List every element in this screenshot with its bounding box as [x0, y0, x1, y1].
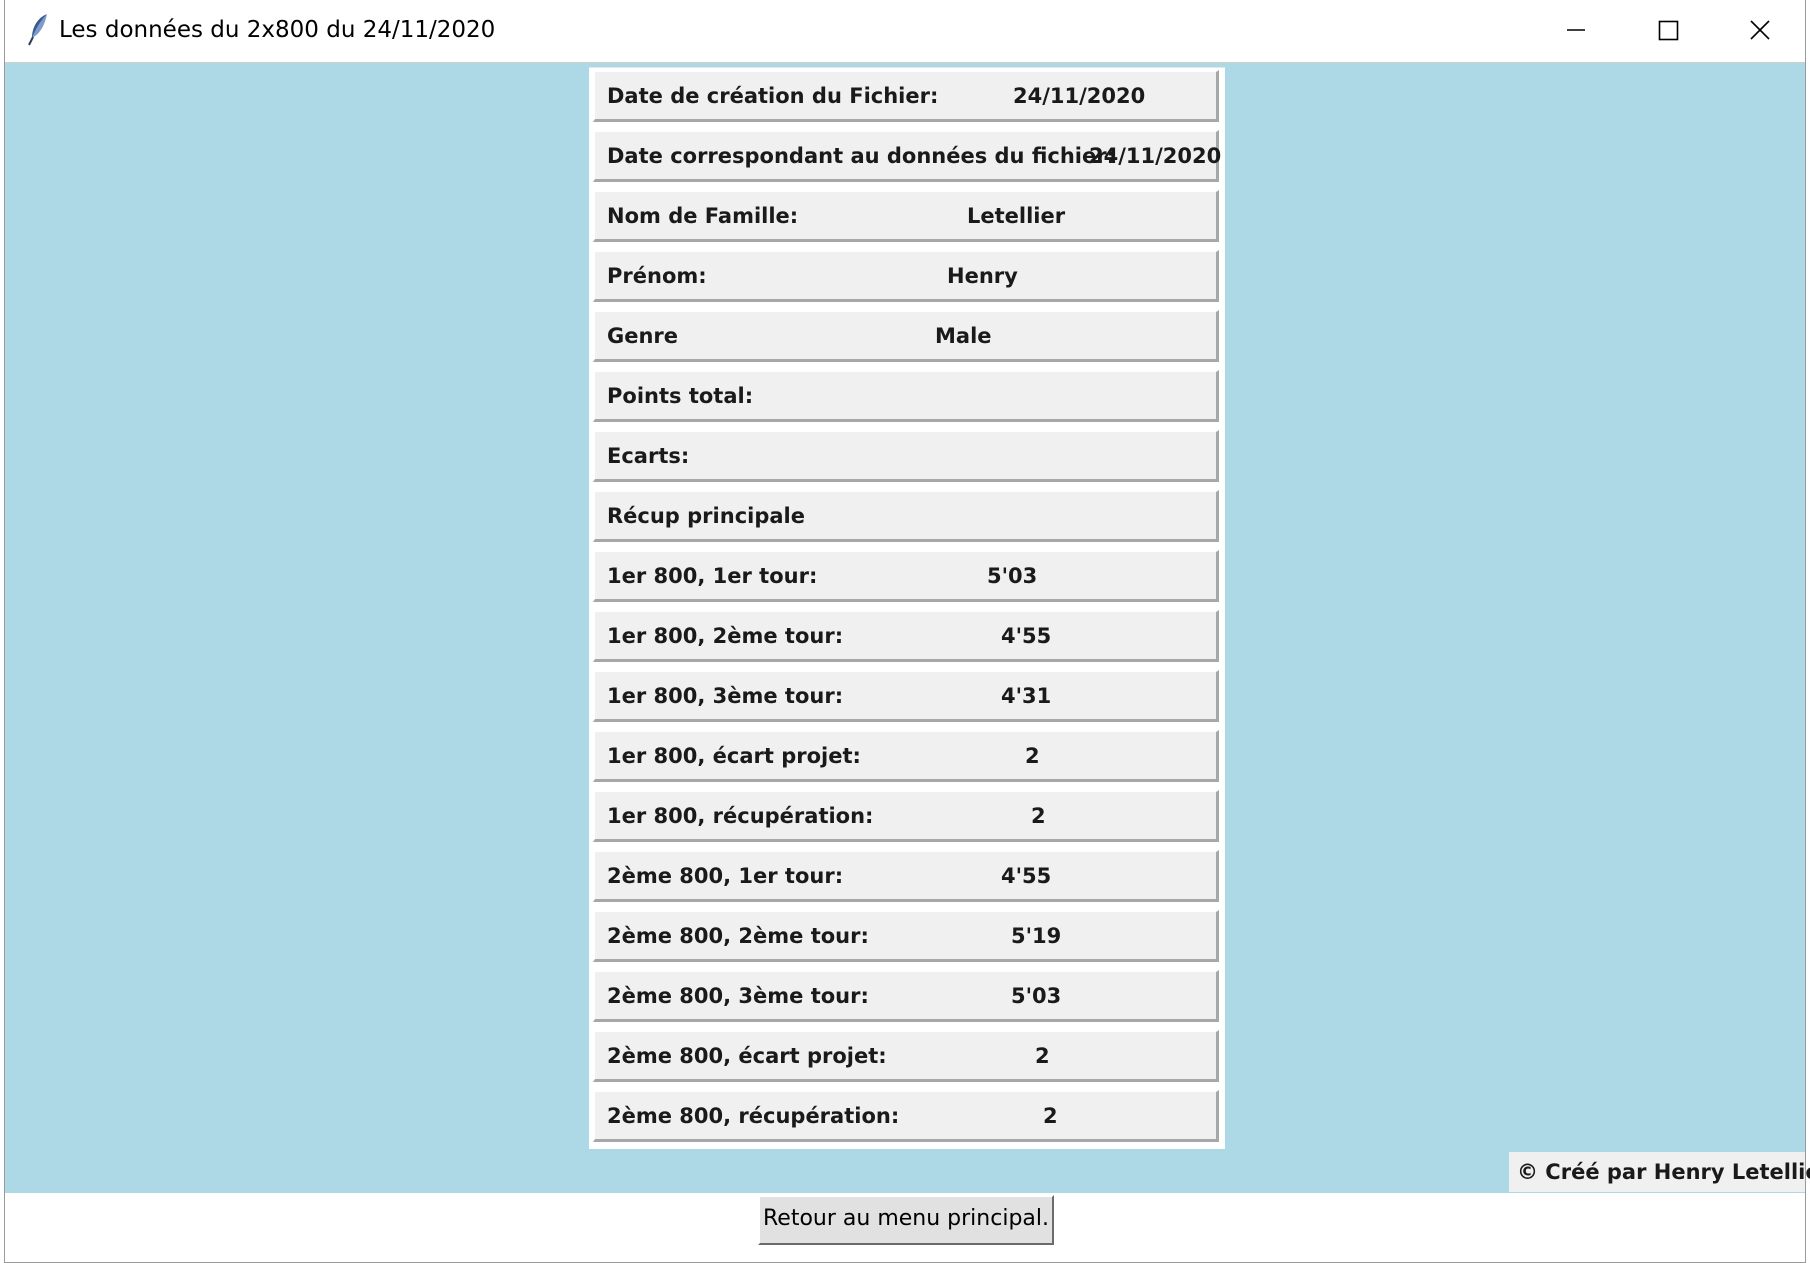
- row-value: 24/11/2020: [1013, 84, 1146, 108]
- row-value: 5'03: [987, 564, 1038, 588]
- row-label: 2ème 800, 2ème tour:: [607, 924, 869, 948]
- row-label: Ecarts:: [607, 444, 690, 468]
- row-value: 2: [1031, 804, 1046, 828]
- row-label: Date de création du Fichier:: [607, 84, 939, 108]
- minimize-icon: [1567, 29, 1585, 31]
- data-row: 1er 800, 2ème tour: 4'55: [593, 610, 1219, 662]
- row-value: 2: [1043, 1104, 1058, 1128]
- row-label: Récup principale: [607, 504, 805, 528]
- credit-label: © Créé par Henry Letellier: [1509, 1152, 1810, 1192]
- row-label: Prénom:: [607, 264, 707, 288]
- maximize-icon: [1658, 20, 1679, 41]
- app-window: Les données du 2x800 du 24/11/2020 Date …: [4, 0, 1810, 1263]
- row-value: Letellier: [967, 204, 1066, 228]
- content-area: Date de création du Fichier: 24/11/2020 Da…: [5, 63, 1810, 1193]
- data-row: Date de création du Fichier: 24/11/2020: [593, 70, 1219, 122]
- data-row: 2ème 800, récupération: 2: [593, 1090, 1219, 1142]
- data-row: 2ème 800, 2ème tour: 5'19: [593, 910, 1219, 962]
- back-to-main-menu-button[interactable]: Retour au menu principal.: [758, 1195, 1054, 1245]
- row-label: 2ème 800, écart projet:: [607, 1044, 887, 1068]
- row-value: Henry: [947, 264, 1018, 288]
- data-row: Date correspondant au données du fichier…: [593, 130, 1222, 182]
- data-row: Genre Male: [593, 310, 1219, 362]
- close-button[interactable]: [1714, 0, 1806, 62]
- row-value: 5'03: [1011, 984, 1062, 1008]
- data-row: Récup principale: [593, 490, 1219, 542]
- row-value: 2: [1035, 1044, 1050, 1068]
- row-label: 1er 800, 3ème tour:: [607, 684, 844, 708]
- row-label: Genre: [607, 324, 679, 348]
- data-row: Ecarts:: [593, 430, 1219, 482]
- close-icon: [1750, 20, 1770, 40]
- row-label: 1er 800, 2ème tour:: [607, 624, 844, 648]
- row-label: 1er 800, 1er tour:: [607, 564, 818, 588]
- data-row: 1er 800, 3ème tour: 4'31: [593, 670, 1219, 722]
- row-label: 2ème 800, 3ème tour:: [607, 984, 869, 1008]
- data-row: Points total:: [593, 370, 1219, 422]
- data-row: Nom de Famille: Letellier: [593, 190, 1219, 242]
- row-value: 24/11/2020: [1089, 144, 1222, 168]
- title-bar: Les données du 2x800 du 24/11/2020: [5, 0, 1805, 63]
- data-row: Prénom: Henry: [593, 250, 1219, 302]
- data-row: 1er 800, récupération: 2: [593, 790, 1219, 842]
- data-row: 1er 800, écart projet: 2: [593, 730, 1219, 782]
- row-label: 2ème 800, 1er tour:: [607, 864, 844, 888]
- row-label: Points total:: [607, 384, 754, 408]
- row-label: Nom de Famille:: [607, 204, 799, 228]
- row-value: 4'55: [1001, 624, 1052, 648]
- row-label: 1er 800, récupération:: [607, 804, 874, 828]
- row-label: Date correspondant au données du fichier…: [607, 144, 1115, 168]
- row-value: Male: [935, 324, 992, 348]
- data-panel: Date de création du Fichier: 24/11/2020 Da…: [589, 67, 1225, 1149]
- maximize-button[interactable]: [1622, 0, 1714, 62]
- row-value: 4'55: [1001, 864, 1052, 888]
- window-title: Les données du 2x800 du 24/11/2020: [59, 17, 496, 43]
- row-label: 2ème 800, récupération:: [607, 1104, 900, 1128]
- minimize-button[interactable]: [1530, 0, 1622, 62]
- row-label: 1er 800, écart projet:: [607, 744, 861, 768]
- row-value: 5'19: [1011, 924, 1062, 948]
- row-value: 4'31: [1001, 684, 1052, 708]
- row-value: 2: [1025, 744, 1040, 768]
- data-row: 2ème 800, 3ème tour: 5'03: [593, 970, 1219, 1022]
- data-row: 2ème 800, 1er tour: 4'55: [593, 850, 1219, 902]
- feather-icon: [25, 12, 55, 48]
- data-row: 1er 800, 1er tour: 5'03: [593, 550, 1219, 602]
- data-row: 2ème 800, écart projet: 2: [593, 1030, 1219, 1082]
